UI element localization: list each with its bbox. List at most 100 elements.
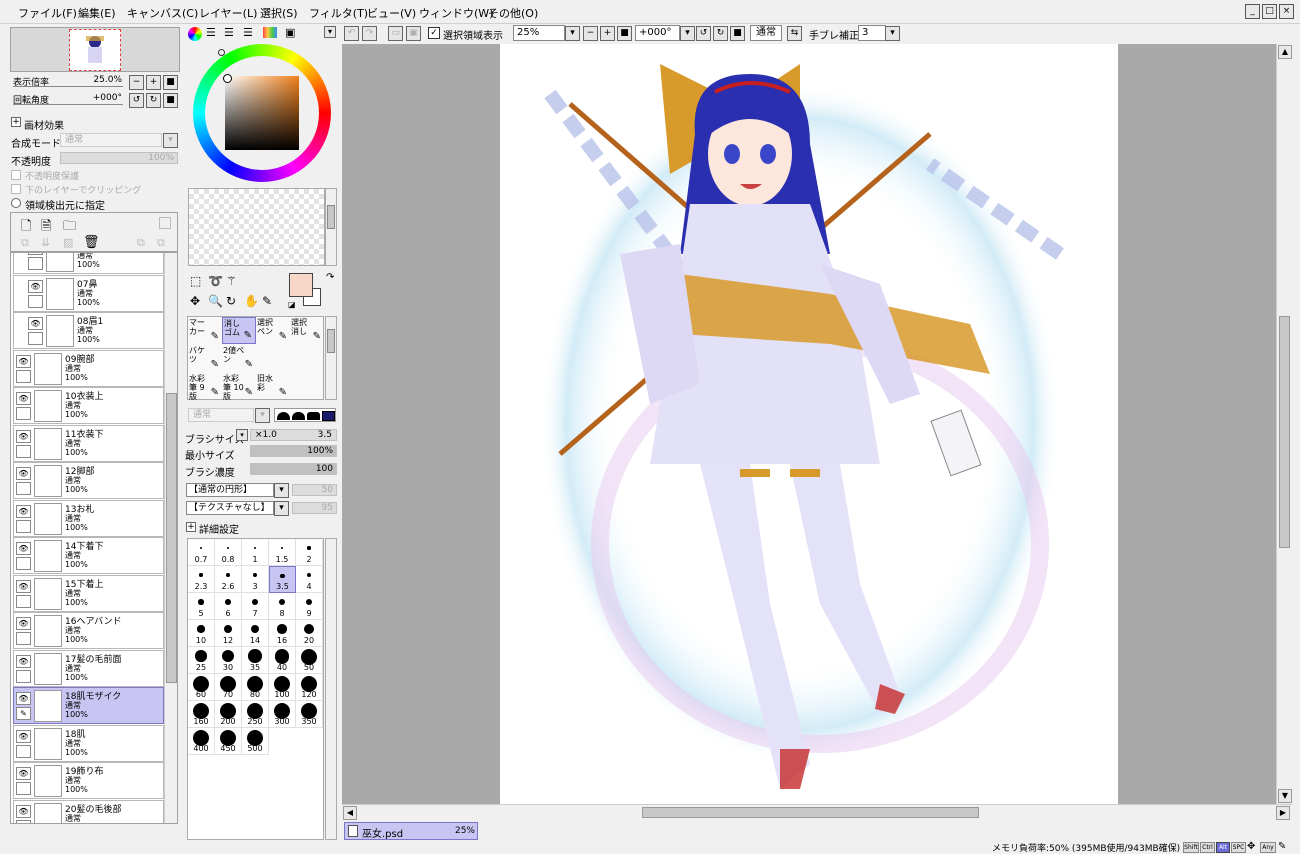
canvas-area[interactable]: ▲ ▼ [342,44,1292,804]
merge-visible-icon[interactable]: ⧉ [157,236,165,250]
brush-size-cell[interactable]: 80 [242,674,269,701]
clip-checkbox[interactable] [11,184,21,194]
redo-button[interactable]: ↷ [362,26,377,41]
tool-cell[interactable]: 消しゴム ✎ [222,317,256,344]
layer-row[interactable]: 👁 14下着下 通常 100% [13,537,164,574]
eye-icon[interactable]: 👁 [16,767,31,780]
menu-other[interactable]: その他(O) [488,5,538,21]
minimize-button[interactable]: _ [1245,4,1260,19]
layer-row[interactable]: 👁 12脚部 通常 100% [13,462,164,499]
layer-row[interactable]: 👁 11衣装下 通常 100% [13,424,164,462]
lock-toggle[interactable] [28,257,43,270]
brush-size-cell[interactable]: 20 [296,620,323,647]
eye-icon[interactable]: 👁 [16,617,31,630]
tool-cell[interactable]: 選択消し ✎ [290,317,324,344]
canvas-document[interactable] [500,44,1118,804]
eye-icon[interactable]: 👁 [16,429,31,443]
brush-size-cell[interactable]: 60 [188,674,215,701]
density-slider[interactable]: 100 [250,463,337,475]
blend-select[interactable]: 通常 [60,133,162,147]
brush-icon[interactable]: ✎ [16,707,31,720]
copy-layer-icon[interactable]: ⧉ [21,236,29,250]
layer-row[interactable]: 👁 07鼻 通常 100% [13,274,164,312]
navigator-thumbnail[interactable] [69,29,121,71]
brush-size-cell[interactable]: 8 [269,593,296,620]
tool-cell[interactable] [290,373,324,400]
tool-cell[interactable]: 水彩筆 10版 ✎ [222,373,256,400]
layer-row[interactable]: 👁 09腕部 通常 100% [13,349,164,387]
brush-size-cell[interactable]: 6 [215,593,242,620]
layer-row[interactable]: 👁06眉下通常100% [13,253,164,274]
brush-size-cell[interactable]: 16 [269,620,296,647]
gradient-tab-icon[interactable]: ☰ [243,26,253,39]
selection-display-checkbox[interactable]: ✓ [428,27,440,39]
brush-size-cell[interactable]: 500 [242,728,269,755]
scratchpad-tab-icon[interactable]: ▣ [285,26,295,39]
restore-button[interactable]: □ [1262,4,1277,19]
lock-toggle[interactable] [28,294,43,308]
brush-size-cell[interactable]: 1 [242,539,269,566]
brush-size-cell[interactable]: 40 [269,647,296,674]
eye-icon[interactable]: 👁 [28,317,43,330]
rect-select-icon[interactable]: ⬚ [190,274,201,288]
lock-toggle[interactable] [16,557,31,570]
brush-size-cell[interactable]: 12 [215,620,242,647]
clear-layer-icon[interactable]: ▨ [63,236,73,249]
eye-icon[interactable]: 👁 [16,579,31,593]
rotate-select[interactable]: +000° [635,25,680,41]
lock-toggle[interactable] [16,669,31,683]
close-button[interactable]: × [1279,4,1294,19]
layer-row[interactable]: 👁 17髪の毛前面 通常 100% [13,649,164,687]
scratchpad[interactable] [188,188,325,266]
eye-icon[interactable]: 👁 [16,804,31,818]
zoom-select[interactable]: 25% [513,25,565,41]
tool-cell[interactable] [290,345,324,372]
tool-scrollbar[interactable] [325,316,337,400]
color-picker-handle[interactable] [223,74,232,83]
zoom-reset-button[interactable]: ■ [163,75,178,90]
brush-size-cell[interactable]: 0.7 [188,539,215,566]
zoom-slider[interactable] [13,86,123,87]
brush-size-cell[interactable]: 25 [188,647,215,674]
eye-icon[interactable]: 👁 [28,279,43,293]
brush-shape-strength[interactable]: 50 [292,484,337,496]
chevron-down-icon[interactable]: ▾ [885,26,900,41]
brush-size-cell[interactable]: 450 [215,728,242,755]
rotate-reset-button[interactable]: ■ [730,26,745,41]
reset-colors-icon[interactable]: ◪ [288,300,296,309]
zoom-reset-button[interactable]: ■ [617,26,632,41]
brush-size-cell[interactable]: 400 [188,728,215,755]
eye-icon[interactable]: 👁 [16,354,31,368]
brush-size-cell[interactable]: 14 [242,620,269,647]
rotate-left-button[interactable]: ↺ [129,93,144,108]
scroll-left-arrow[interactable]: ◀ [343,806,357,820]
zoom-in-button[interactable]: + [146,75,161,90]
chevron-down-icon[interactable]: ▾ [163,133,178,148]
brush-shape-select[interactable]: 【通常の円形】 [186,483,274,497]
lock-toggle[interactable] [16,594,31,608]
brush-size-cell[interactable]: 30 [215,647,242,674]
brush-size-cell[interactable]: 250 [242,701,269,728]
chevron-down-icon[interactable]: ▾ [274,501,289,516]
tool-cell[interactable]: 旧水彩 ✎ [256,373,290,400]
lasso-icon[interactable]: ➰ [208,274,223,288]
brush-size-cell[interactable]: 2 [296,539,323,566]
brush-size-cell[interactable]: 120 [296,674,323,701]
magic-wand-icon[interactable]: ⚚ [226,274,237,288]
brush-size-cell[interactable]: 35 [242,647,269,674]
layer-row[interactable]: 👁 ✎ 18肌モザイク 通常 100% [13,687,164,724]
eye-icon[interactable]: 👁 [16,392,31,405]
scratchpad-scrollbar[interactable] [325,188,337,266]
menu-canvas[interactable]: キャンバス(C) [127,5,198,21]
protect-checkbox[interactable] [11,170,21,180]
menu-layer[interactable]: レイヤー(L) [199,5,257,21]
eye-icon[interactable]: 👁 [16,692,31,705]
lock-toggle[interactable] [16,369,31,383]
chevron-down-icon[interactable]: ▾ [565,26,580,41]
undo-button[interactable]: ↶ [344,26,359,41]
primary-color-swatch[interactable] [289,273,313,297]
hsv-slider-tab-icon[interactable]: ☰ [224,26,234,39]
brush-size-cell[interactable]: 50 [296,647,323,674]
brush-size-cell[interactable]: 300 [269,701,296,728]
scroll-down-arrow[interactable]: ▼ [1278,789,1292,803]
